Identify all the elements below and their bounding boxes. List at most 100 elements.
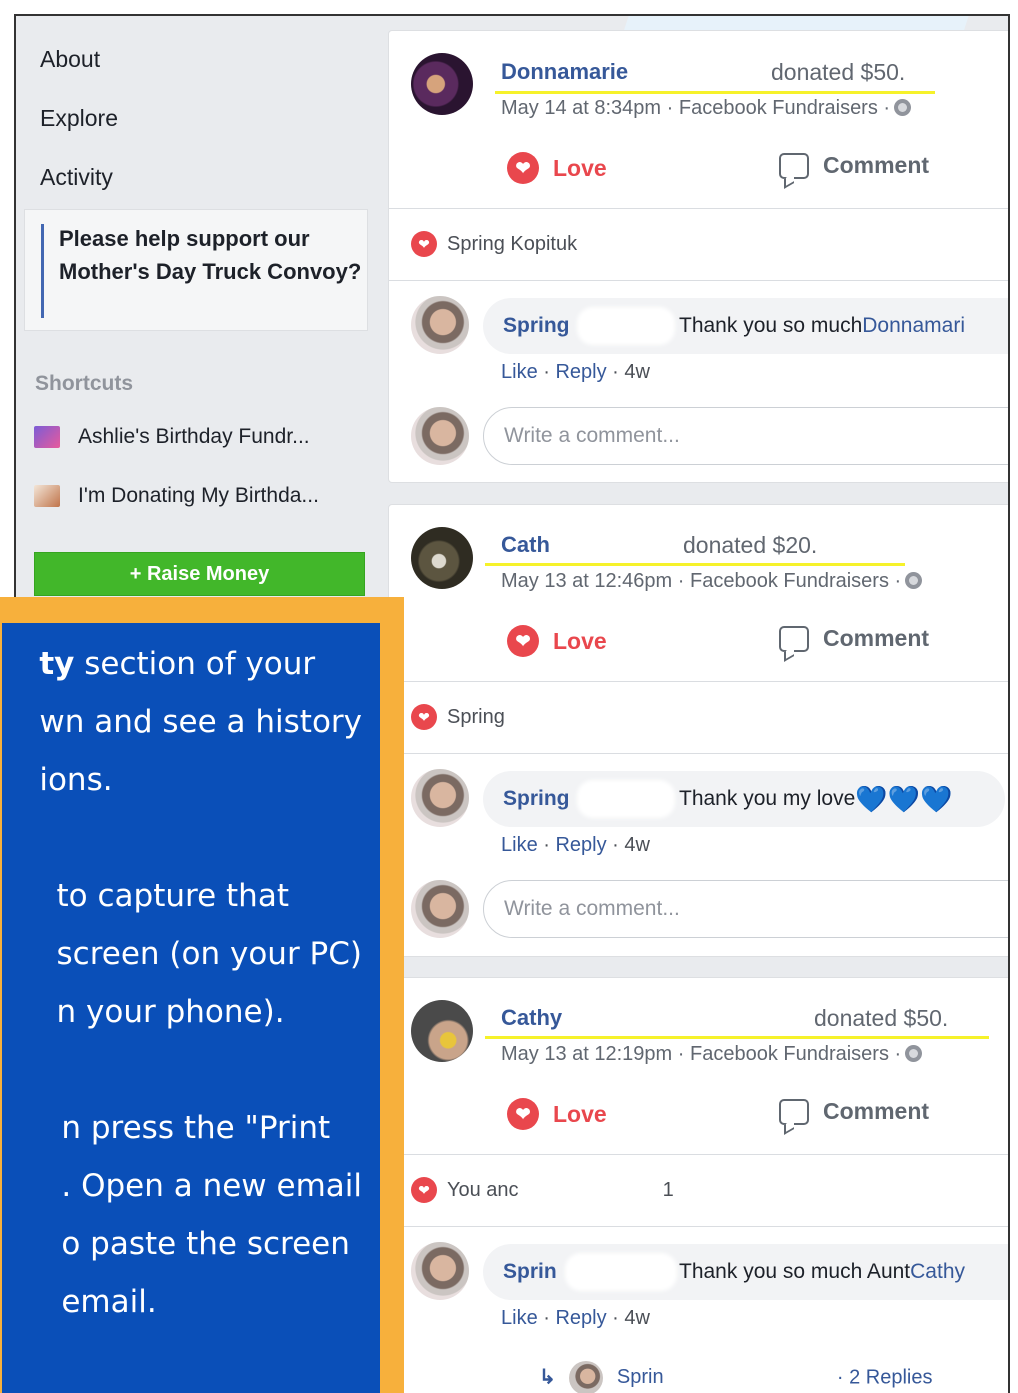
- comment-icon: [779, 152, 809, 179]
- instruction-line: n press the "Print: [61, 1110, 331, 1146]
- comment-mention[interactable]: Cathy: [910, 1260, 965, 1284]
- divider: [389, 681, 1008, 682]
- comment-actions: Like · Reply · 4w: [501, 361, 650, 383]
- reactions-text: Spring: [447, 705, 505, 728]
- love-button[interactable]: ❤ Love: [507, 625, 607, 657]
- highlight-underline: [485, 1036, 989, 1039]
- shortcut-item-birthday[interactable]: I'm Donating My Birthda...: [34, 481, 319, 511]
- globe-icon: [905, 572, 923, 589]
- globe-icon: [894, 99, 912, 116]
- avatar[interactable]: [411, 1242, 469, 1300]
- donation-amount: donated $20.: [683, 532, 818, 558]
- comment-bubble: Sprin Thank you so much Aunt Cathy: [483, 1244, 1008, 1300]
- post-meta-text: May 13 at 12:19pm · Facebook Fundraisers…: [501, 1043, 902, 1065]
- fundraiser-prompt-card[interactable]: Please help support our Mother's Day Tru…: [24, 209, 368, 331]
- avatar: [569, 1361, 604, 1393]
- heart-icon: ❤: [507, 625, 539, 657]
- like-link[interactable]: Like: [501, 361, 538, 383]
- like-link[interactable]: Like: [501, 1307, 538, 1329]
- love-label: Love: [553, 1100, 607, 1127]
- instruction-panel: ty section of your wn and see a history …: [2, 623, 380, 1393]
- post-meta-text: May 13 at 12:46pm · Facebook Fundraisers…: [501, 570, 902, 592]
- love-label: Love: [553, 154, 607, 181]
- divider: [389, 753, 1008, 754]
- post-meta: May 13 at 12:19pm · Facebook Fundraisers…: [501, 1043, 923, 1066]
- instruction-line: . Open a new email: [61, 1168, 362, 1204]
- reactions-summary[interactable]: ❤ Spring: [411, 704, 505, 730]
- comment-age: 4w: [624, 1307, 650, 1329]
- comment-actions: Like · Reply · 4w: [501, 834, 650, 856]
- sidebar-link-explore[interactable]: Explore: [40, 105, 118, 132]
- divider: [389, 280, 1008, 281]
- comment-button[interactable]: Comment: [779, 625, 929, 652]
- divider: [389, 1226, 1008, 1227]
- reactions-summary[interactable]: ❤ You anc 1: [411, 1177, 674, 1203]
- donation-post: Cath donated $20. May 13 at 12:46pm · Fa…: [388, 504, 1008, 957]
- divider: [389, 1154, 1008, 1155]
- comment-actions: Like · Reply · 4w: [501, 1307, 650, 1329]
- reply-author: Sprin: [616, 1366, 664, 1389]
- avatar[interactable]: [411, 53, 473, 115]
- avatar[interactable]: [411, 769, 469, 827]
- instruction-line: section of your: [74, 646, 316, 682]
- comment-mention[interactable]: Donnamari: [862, 314, 965, 338]
- reply-link[interactable]: Reply: [555, 1307, 606, 1329]
- donor-name[interactable]: Cath: [501, 532, 550, 558]
- heart-icon: ❤: [411, 704, 437, 730]
- write-comment-input[interactable]: Write a comment...: [483, 880, 1008, 938]
- shortcut-item-ashlie[interactable]: Ashlie's Birthday Fundr...: [34, 422, 310, 452]
- reply-link[interactable]: Reply: [555, 361, 606, 383]
- instruction-line: screen (on your PC): [56, 936, 362, 972]
- sidebar-link-activity[interactable]: Activity: [40, 164, 113, 191]
- avatar: [411, 407, 469, 465]
- heart-icon: ❤: [411, 1177, 437, 1203]
- comment-label: Comment: [823, 1098, 930, 1124]
- redaction-blur: [577, 780, 675, 818]
- reactions-text: You anc: [447, 1178, 519, 1201]
- instruction-overlay: ty section of your wn and see a history …: [0, 597, 404, 1393]
- avatar[interactable]: [411, 1000, 473, 1062]
- love-button[interactable]: ❤ Love: [507, 1098, 607, 1130]
- comment-icon: [779, 1098, 809, 1125]
- redaction-blur: [577, 307, 675, 345]
- avatar[interactable]: [411, 296, 469, 354]
- reactions-summary[interactable]: ❤ Spring Kopituk: [411, 231, 577, 257]
- reply-link[interactable]: Reply: [555, 834, 606, 856]
- divider: [389, 208, 1008, 209]
- comment-age: 4w: [624, 834, 650, 856]
- post-meta: May 14 at 8:34pm · Facebook Fundraisers …: [501, 97, 912, 120]
- heart-icon: ❤: [507, 1098, 539, 1130]
- love-button[interactable]: ❤ Love: [507, 152, 607, 184]
- instruction-paragraph-3: n press the "Print . Open a new email o …: [61, 1099, 362, 1331]
- avatar: [411, 880, 469, 938]
- comment-label: Comment: [823, 152, 930, 178]
- like-link[interactable]: Like: [501, 834, 538, 856]
- sidebar-link-about[interactable]: About: [40, 46, 100, 73]
- instruction-paragraph-2: to capture that screen (on your PC) n yo…: [57, 867, 362, 1041]
- avatar[interactable]: [411, 527, 473, 589]
- highlight-underline: [485, 563, 905, 566]
- donor-name[interactable]: Donnamarie: [501, 59, 628, 85]
- card-accent-bar: [41, 224, 44, 318]
- instruction-line: n your phone).: [56, 994, 285, 1030]
- shortcuts-heading: Shortcuts: [35, 372, 134, 395]
- globe-icon: [905, 1045, 923, 1062]
- heart-emoji: 💙💙💙: [855, 783, 953, 814]
- donation-post: Cathy donated $50. May 13 at 12:19pm · F…: [388, 977, 1008, 1393]
- heart-icon: ❤: [411, 231, 437, 257]
- comment-button[interactable]: Comment: [779, 1098, 929, 1125]
- view-replies-link[interactable]: ↳ Sprin · 2 Replies: [539, 1361, 933, 1393]
- shortcut-label: Ashlie's Birthday Fundr...: [78, 425, 310, 448]
- donor-name[interactable]: Cathy: [501, 1005, 562, 1031]
- comment-button[interactable]: Comment: [779, 152, 929, 179]
- instruction-line: wn and see a history: [39, 704, 362, 740]
- highlight-underline: [495, 91, 935, 94]
- fundraiser-prompt-text: Please help support our Mother's Day Tru…: [59, 226, 362, 284]
- raise-money-button[interactable]: + Raise Money: [34, 552, 365, 596]
- comment-bubble: Spring Thank you so much Donnamari: [483, 298, 1008, 354]
- instruction-paragraph-1: ty section of your wn and see a history …: [39, 635, 362, 809]
- write-comment-input[interactable]: Write a comment...: [483, 407, 1008, 465]
- instruction-line: email.: [61, 1284, 157, 1320]
- comment-icon: [779, 625, 809, 652]
- fundraiser-thumbnail-icon: [34, 426, 60, 448]
